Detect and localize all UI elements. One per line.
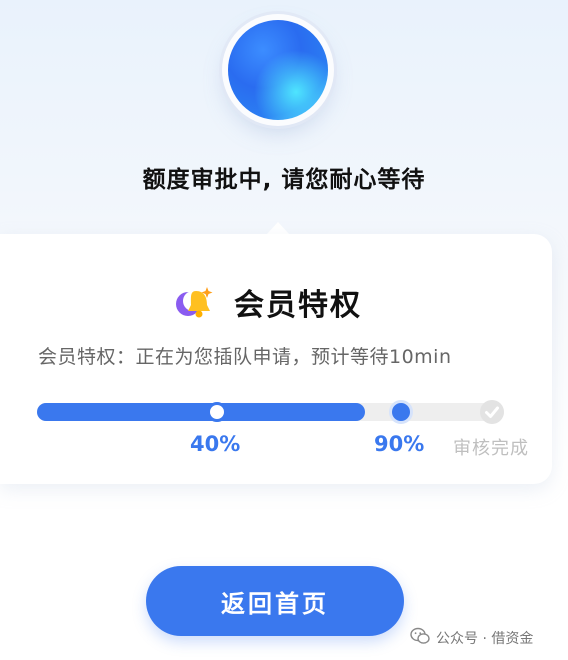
watermark-text: 公众号 · 借资金 xyxy=(436,631,534,647)
membership-subtitle: 会员特权：正在为您插队申请，预计等待10min xyxy=(38,346,452,368)
back-to-home-button[interactable]: 返回首页 xyxy=(146,566,404,636)
progress-fill xyxy=(37,403,366,421)
watermark: 公众号 · 借资金 xyxy=(410,626,533,650)
status-orb xyxy=(228,20,328,120)
membership-title-row: 会员特权 xyxy=(174,282,362,323)
progress-bar xyxy=(37,400,504,424)
membership-title: 会员特权 xyxy=(234,288,362,323)
status-headline: 额度审批中, 请您耐心等待 xyxy=(142,167,426,193)
bell-icon xyxy=(174,283,218,321)
milestone-90-marker xyxy=(389,400,413,424)
wechat-icon xyxy=(410,627,430,649)
milestone-40-label: 40% xyxy=(190,432,241,456)
milestone-40-marker xyxy=(207,402,227,422)
review-complete-label: 审核完成 xyxy=(453,438,529,459)
check-circle-icon xyxy=(479,399,505,425)
milestone-90-label: 90% xyxy=(374,432,425,456)
